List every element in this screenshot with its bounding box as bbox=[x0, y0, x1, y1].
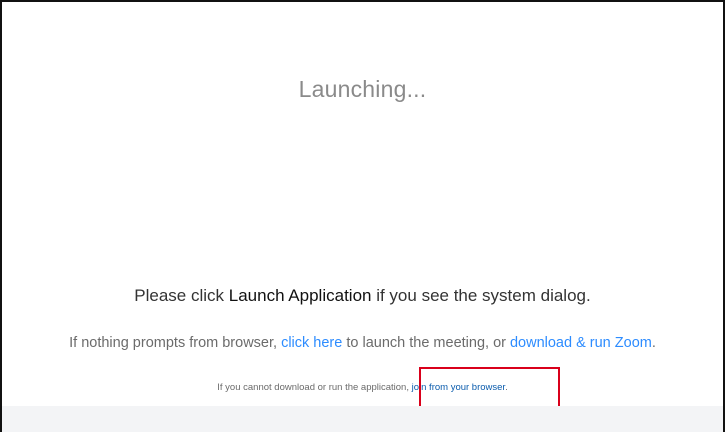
launch-instruction: Please click Launch Application if you s… bbox=[2, 286, 723, 306]
join-from-browser-link[interactable]: join from your browser bbox=[412, 382, 505, 393]
fallback-middle: to launch the meeting, or bbox=[342, 335, 510, 351]
instruction-suffix: if you see the system dialog. bbox=[371, 286, 591, 305]
footer-band bbox=[2, 406, 723, 432]
instruction-prefix: Please click bbox=[134, 286, 229, 305]
download-zoom-link[interactable]: download & run Zoom bbox=[510, 335, 652, 351]
launching-status: Launching... bbox=[298, 76, 427, 102]
launch-page: Launching... Please click Launch Applica… bbox=[0, 0, 725, 432]
click-here-link[interactable]: click here bbox=[281, 335, 342, 351]
browser-line-suffix: . bbox=[505, 382, 508, 393]
fallback-instruction: If nothing prompts from browser, click h… bbox=[2, 335, 723, 351]
browser-line-prefix: If you cannot download or run the applic… bbox=[217, 382, 412, 393]
fallback-prefix: If nothing prompts from browser, bbox=[69, 335, 282, 351]
fallback-suffix: . bbox=[651, 335, 656, 351]
launch-application-label: Launch Application bbox=[228, 286, 372, 305]
browser-join-instruction: If you cannot download or run the applic… bbox=[2, 382, 723, 393]
